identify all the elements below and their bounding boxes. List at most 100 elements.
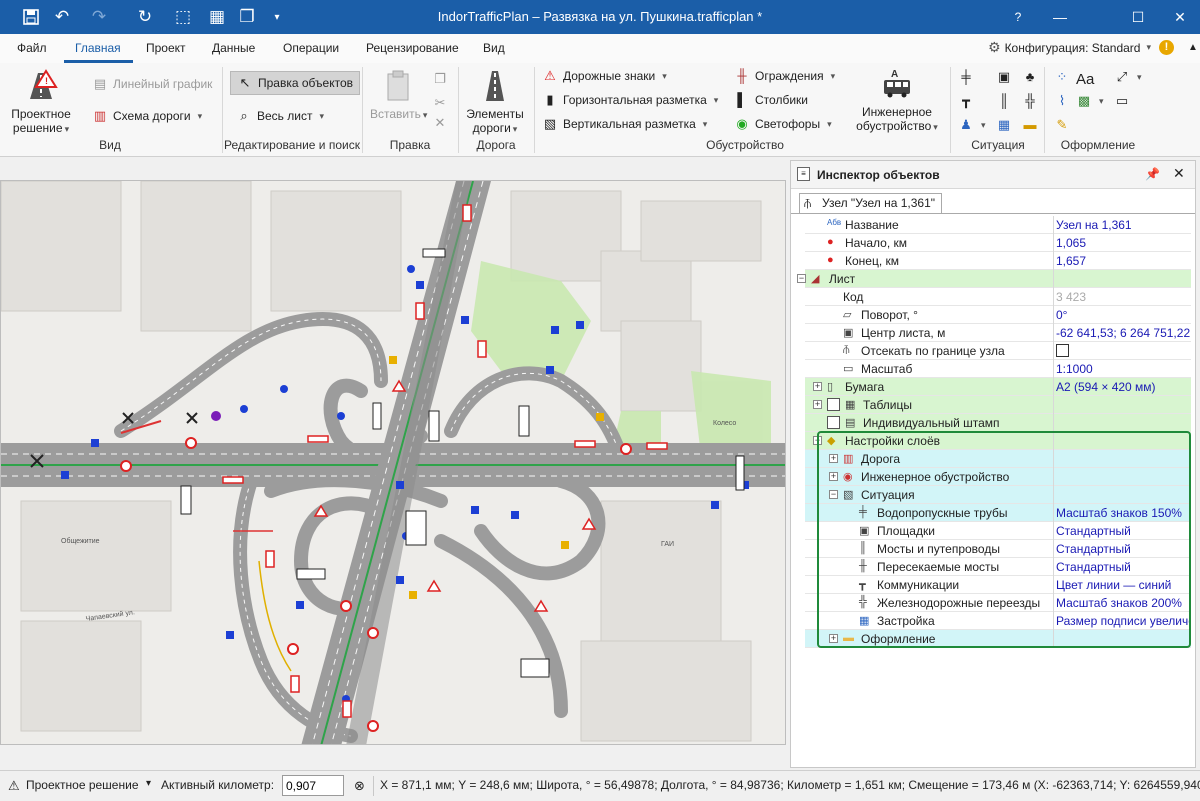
- chevron-down-icon[interactable]: ▾: [146, 778, 151, 789]
- property-value[interactable]: 0°: [1053, 306, 1191, 324]
- delete-icon[interactable]: ✕: [432, 115, 448, 131]
- property-value[interactable]: 1:1000: [1053, 360, 1191, 378]
- situation-tree-button[interactable]: ♣: [1022, 69, 1038, 85]
- property-row[interactable]: + ▬ Оформление: [805, 630, 1191, 648]
- layers-icon[interactable]: ▦: [202, 0, 232, 34]
- situation-area-button[interactable]: ▣: [996, 69, 1012, 85]
- property-row[interactable]: − ▧ Ситуация: [805, 486, 1191, 504]
- design-stamp-button[interactable]: ✎: [1054, 117, 1070, 133]
- traffic-lights-button[interactable]: ◉ Светофоры ▾: [734, 116, 831, 132]
- property-row[interactable]: + ▥ Дорога: [805, 450, 1191, 468]
- cut-icon[interactable]: ✂: [432, 95, 448, 111]
- collapse-icon[interactable]: −: [813, 436, 822, 445]
- property-value[interactable]: [1053, 342, 1191, 360]
- property-row[interactable]: Aбв Название Узел на 1,361: [805, 216, 1191, 234]
- expand-icon[interactable]: +: [829, 472, 838, 481]
- property-row[interactable]: − ◢ Лист: [797, 270, 1191, 288]
- expand-icon[interactable]: +: [813, 382, 822, 391]
- tab-review[interactable]: Рецензирование: [366, 41, 459, 55]
- design-arrow-button[interactable]: ⤢ ▾: [1114, 69, 1142, 85]
- tab-home[interactable]: Главная: [75, 41, 121, 55]
- engineering-button[interactable]: A Инженерное обустройство ▾: [852, 67, 942, 134]
- property-row[interactable]: ▦ Застройка Размер подписи увеличен: [805, 612, 1191, 630]
- tab-data[interactable]: Данные: [212, 41, 255, 55]
- property-value[interactable]: Размер подписи увеличен: [1053, 612, 1191, 630]
- config-selector[interactable]: ⚙ Конфигурация: Standard ▾ ! ▲: [988, 39, 1198, 56]
- road-plan-drawing[interactable]: Общежитие ГАИ Колесо Чапаевский ул.: [1, 181, 786, 745]
- map-canvas[interactable]: Общежитие ГАИ Колесо Чапаевский ул.: [0, 180, 786, 745]
- close-button[interactable]: ✕: [1160, 0, 1200, 34]
- property-row[interactable]: ▤ Индивидуальный штамп: [805, 414, 1191, 432]
- property-row[interactable]: ╪ Водопропускные трубы Масштаб знаков 150%: [805, 504, 1191, 522]
- tab-file[interactable]: Файл: [17, 41, 47, 55]
- property-value[interactable]: [1053, 468, 1191, 486]
- property-value[interactable]: [1053, 432, 1191, 450]
- linear-graph-button[interactable]: ▤ Линейный график: [92, 76, 213, 92]
- edit-objects-button[interactable]: ↖ Правка объектов: [230, 71, 360, 95]
- checkbox[interactable]: [827, 416, 840, 429]
- property-row[interactable]: + ▯ Бумага A2 (594 × 420 мм): [805, 378, 1191, 396]
- property-value[interactable]: Масштаб знаков 200%: [1053, 594, 1191, 612]
- property-row[interactable]: ╫ Пересекаемые мосты Стандартный: [805, 558, 1191, 576]
- design-points-button[interactable]: ⁘: [1054, 69, 1070, 85]
- property-value[interactable]: Цвет линии — синий: [1053, 576, 1191, 594]
- maximize-button[interactable]: ☐: [1118, 0, 1158, 34]
- property-row[interactable]: ▭ Масштаб 1:1000: [805, 360, 1191, 378]
- property-row[interactable]: ▱ Поворот, ° 0°: [805, 306, 1191, 324]
- undo-icon[interactable]: ↶: [47, 0, 77, 34]
- expand-icon[interactable]: +: [829, 454, 838, 463]
- property-row[interactable]: ● Конец, км 1,657: [805, 252, 1191, 270]
- property-row[interactable]: ▣ Центр листа, м -62 641,53; 6 264 751,22: [805, 324, 1191, 342]
- property-row[interactable]: Код 3 423: [805, 288, 1191, 306]
- property-value[interactable]: Стандартный: [1053, 522, 1191, 540]
- situation-bridge-button[interactable]: ║: [996, 93, 1012, 109]
- property-row[interactable]: ║ Мосты и путепроводы Стандартный: [805, 540, 1191, 558]
- dropdown-icon[interactable]: ▾: [262, 0, 292, 34]
- property-value[interactable]: [1053, 414, 1191, 432]
- vertical-marking-button[interactable]: ▧ Вертикальная разметка ▾: [542, 116, 707, 132]
- pin-icon[interactable]: 📌: [1145, 167, 1160, 181]
- warning-icon[interactable]: !: [1159, 40, 1174, 55]
- horizontal-marking-button[interactable]: ▮ Горизонтальная разметка ▾: [542, 92, 718, 108]
- expand-icon[interactable]: +: [813, 400, 822, 409]
- property-value[interactable]: [1053, 486, 1191, 504]
- design-image-button[interactable]: ▩ ▾: [1076, 93, 1104, 109]
- chevron-up-icon[interactable]: ▲: [1188, 42, 1198, 53]
- property-value[interactable]: [1053, 630, 1191, 648]
- property-value[interactable]: 1,657: [1053, 252, 1191, 270]
- property-value[interactable]: Узел на 1,361: [1053, 216, 1191, 234]
- property-row[interactable]: ▣ Площадки Стандартный: [805, 522, 1191, 540]
- mode-selector[interactable]: Проектное решение: [26, 778, 139, 792]
- property-grid[interactable]: Aбв Название Узел на 1,361 ● Начало, км 1,065…: [797, 216, 1191, 648]
- fences-button[interactable]: ╫ Ограждения ▾: [734, 68, 835, 84]
- property-value[interactable]: Стандартный: [1053, 540, 1191, 558]
- property-value[interactable]: -62 641,53; 6 264 751,22: [1053, 324, 1191, 342]
- close-icon[interactable]: ✕: [1173, 165, 1185, 182]
- inspector-object-tab[interactable]: ⫚ Узел "Узел на 1,361": [799, 193, 943, 213]
- project-solution-button[interactable]: ! Проектное решение ▾: [6, 69, 76, 136]
- property-row[interactable]: + ▦ Таблицы: [805, 396, 1191, 414]
- property-value[interactable]: [1053, 396, 1191, 414]
- road-elements-button[interactable]: Элементы дороги ▾: [464, 69, 526, 136]
- situation-sign-button[interactable]: ▬: [1022, 117, 1038, 133]
- select-icon[interactable]: ⬚: [168, 0, 198, 34]
- copy-icon[interactable]: ❐: [432, 71, 448, 87]
- clear-icon[interactable]: ⊗: [354, 778, 365, 794]
- situation-culvert-button[interactable]: ╪: [958, 69, 974, 85]
- property-value[interactable]: [1053, 270, 1191, 288]
- property-row[interactable]: − ◆ Настройки слоёв: [805, 432, 1191, 450]
- save-icon[interactable]: [16, 0, 46, 34]
- expand-icon[interactable]: +: [829, 634, 838, 643]
- help-button[interactable]: ?: [998, 0, 1038, 34]
- window-icon[interactable]: ❐: [232, 0, 262, 34]
- situation-rail-button[interactable]: ╬: [1022, 93, 1038, 109]
- property-value[interactable]: Масштаб знаков 150%: [1053, 504, 1191, 522]
- collapse-icon[interactable]: −: [797, 274, 806, 283]
- collapse-icon[interactable]: −: [829, 490, 838, 499]
- situation-utility-button[interactable]: ┳: [958, 93, 974, 109]
- road-scheme-button[interactable]: ▥ Схема дороги ▾: [92, 108, 202, 124]
- property-row[interactable]: ⫚ Отсекать по границе узла: [805, 342, 1191, 360]
- design-table-button[interactable]: ▭: [1114, 93, 1130, 109]
- design-polyline-button[interactable]: ⌇: [1054, 93, 1070, 109]
- design-text-button[interactable]: Aa: [1076, 71, 1094, 88]
